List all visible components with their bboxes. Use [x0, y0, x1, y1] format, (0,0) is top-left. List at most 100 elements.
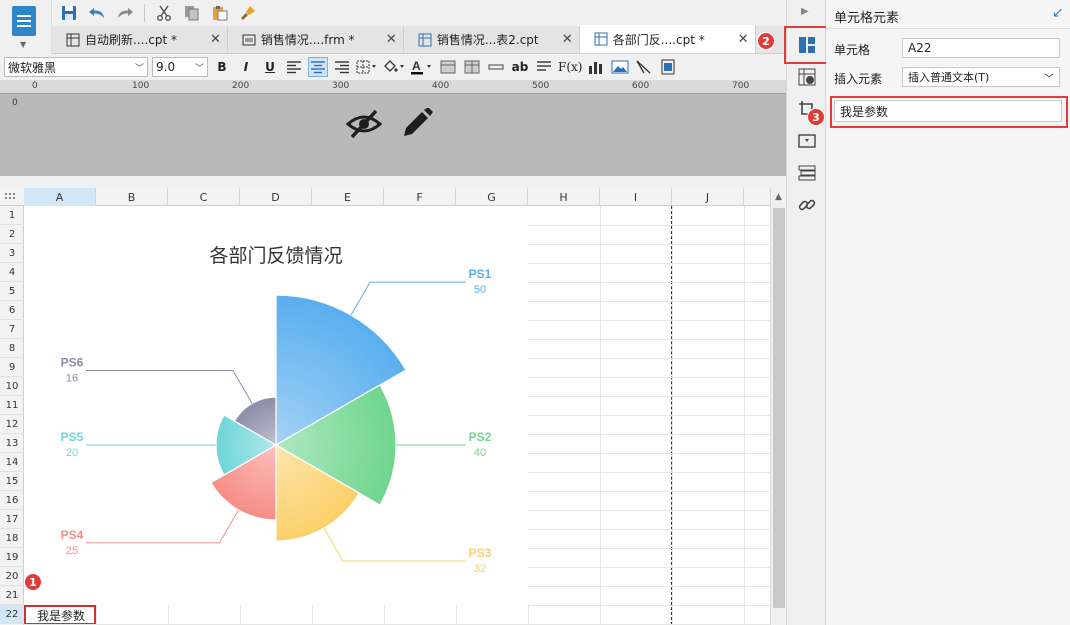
align-center-button[interactable]: [308, 57, 328, 77]
column-header-b[interactable]: B: [96, 188, 168, 206]
condition-attribute-button[interactable]: [794, 160, 820, 186]
row-header-21[interactable]: 21: [0, 586, 24, 605]
row-header-4[interactable]: 4: [0, 263, 24, 282]
formula-button[interactable]: F(x): [558, 57, 582, 77]
row-header-1[interactable]: 1: [0, 206, 24, 225]
close-icon[interactable]: ✕: [738, 32, 749, 47]
tab-sales-form[interactable]: 销售情况....frm * ✕: [227, 26, 404, 53]
format-painter-button[interactable]: [237, 2, 259, 24]
font-color-button[interactable]: A: [410, 57, 434, 77]
column-header-h[interactable]: H: [528, 188, 600, 206]
widget-setting-button[interactable]: [794, 128, 820, 154]
row-header-10[interactable]: 10: [0, 377, 24, 396]
italic-button[interactable]: I: [236, 57, 256, 77]
row-header-13[interactable]: 13: [0, 434, 24, 453]
row-header-15[interactable]: 15: [0, 472, 24, 491]
cell-text-input[interactable]: 我是参数: [834, 100, 1062, 122]
close-icon[interactable]: ✕: [386, 32, 397, 47]
cell-element-button[interactable]: [794, 32, 820, 58]
insert-element-select[interactable]: 插入普通文本(T) ﹀: [902, 67, 1060, 87]
row-header-12[interactable]: 12: [0, 415, 24, 434]
column-header-d[interactable]: D: [240, 188, 312, 206]
row-header-7[interactable]: 7: [0, 320, 24, 339]
close-icon[interactable]: ✕: [562, 32, 573, 47]
copy-button[interactable]: [181, 2, 203, 24]
hyperlink-button[interactable]: [794, 192, 820, 218]
edit-pencil-icon[interactable]: [400, 108, 434, 140]
app-menu-button[interactable]: ▼: [0, 0, 52, 54]
column-header-j[interactable]: J: [672, 188, 744, 206]
text-wrap-button[interactable]: [534, 57, 554, 77]
row-header-3[interactable]: 3: [0, 244, 24, 263]
vertical-scrollbar[interactable]: ▲: [770, 188, 786, 625]
grid-column-line: [312, 605, 313, 625]
row-header-17[interactable]: 17: [0, 510, 24, 529]
row-header-20[interactable]: 20: [0, 567, 24, 586]
align-left-button[interactable]: [284, 57, 304, 77]
insert-row-button[interactable]: [486, 57, 506, 77]
cut-button[interactable]: [153, 2, 175, 24]
row-header-2[interactable]: 2: [0, 225, 24, 244]
row-header-5[interactable]: 5: [0, 282, 24, 301]
row-header-14[interactable]: 14: [0, 453, 24, 472]
split-cells-button[interactable]: [462, 57, 482, 77]
row-header-19[interactable]: 19: [0, 548, 24, 567]
cell-address-field[interactable]: A22: [902, 38, 1060, 58]
leader-line-ps3: [323, 527, 466, 562]
slice-value-ps3: 32: [474, 563, 486, 575]
save-button[interactable]: [58, 2, 80, 24]
cell-attribute-button[interactable]: [794, 64, 820, 90]
scrollbar-thumb[interactable]: [773, 208, 785, 608]
insert-image-button[interactable]: [610, 57, 630, 77]
parameter-pane[interactable]: [30, 94, 786, 176]
insert-chart-button[interactable]: [586, 57, 606, 77]
row-header-9[interactable]: 9: [0, 358, 24, 377]
select-all-icon[interactable]: [5, 193, 17, 201]
column-header-i[interactable]: I: [600, 188, 672, 206]
column-header-a[interactable]: A: [24, 188, 96, 206]
merge-cells-button[interactable]: [438, 57, 458, 77]
text-style-button[interactable]: ab: [510, 57, 530, 77]
row-header-22[interactable]: 22: [0, 605, 24, 624]
slice-label-ps1: PS1: [469, 267, 492, 281]
grid-row-line: [528, 415, 770, 416]
slice-value-ps5: 20: [66, 447, 78, 459]
fill-color-button[interactable]: [382, 57, 406, 77]
undo-button[interactable]: [86, 2, 108, 24]
font-family-select[interactable]: 微软雅黑 ﹀: [4, 57, 148, 77]
diagonal-line-button[interactable]: [634, 57, 654, 77]
grid-row-line: [528, 567, 770, 568]
collapse-arrow-icon[interactable]: ↙: [1052, 5, 1064, 21]
column-header-g[interactable]: G: [456, 188, 528, 206]
tab-sales-report[interactable]: 销售情况...表2.cpt ✕: [403, 26, 580, 53]
row-header-16[interactable]: 16: [0, 491, 24, 510]
font-size-select[interactable]: 9.0 ﹀: [152, 57, 208, 77]
cell-area[interactable]: 各部门反馈情况 PS1 50 PS2 40 PS3 32 PS4 25 PS5 20 PS6 16 我是…: [24, 206, 770, 625]
row-header-11[interactable]: 11: [0, 396, 24, 415]
row-header-6[interactable]: 6: [0, 301, 24, 320]
hide-eye-icon[interactable]: [346, 108, 382, 140]
paste-button[interactable]: [209, 2, 231, 24]
grid-column-line: [96, 605, 97, 625]
chart-container[interactable]: 各部门反馈情况 PS1 50 PS2 40 PS3 32 PS4 25 PS5 20 PS6 16: [24, 206, 527, 605]
widget-icon: [798, 134, 816, 148]
row-header-18[interactable]: 18: [0, 529, 24, 548]
tab-department-feedback[interactable]: 各部门反....cpt * ✕: [579, 25, 756, 53]
row-header-8[interactable]: 8: [0, 339, 24, 358]
slice-label-ps3: PS3: [469, 546, 492, 560]
underline-button[interactable]: U: [260, 57, 280, 77]
tab-auto-refresh[interactable]: 自动刷新....cpt * ✕: [52, 26, 228, 53]
column-header-c[interactable]: C: [168, 188, 240, 206]
align-right-button[interactable]: [332, 57, 352, 77]
redo-button[interactable]: [114, 2, 136, 24]
expand-arrow-icon[interactable]: ▶: [801, 6, 809, 17]
grid-column-line: [384, 605, 385, 625]
bold-button[interactable]: B: [212, 57, 232, 77]
selected-cell-a22[interactable]: 我是参数: [24, 605, 96, 625]
close-icon[interactable]: ✕: [210, 32, 221, 47]
column-header-e[interactable]: E: [312, 188, 384, 206]
scroll-up-icon[interactable]: ▲: [775, 192, 782, 202]
border-button[interactable]: [356, 57, 378, 77]
subreport-button[interactable]: [658, 57, 678, 77]
column-header-f[interactable]: F: [384, 188, 456, 206]
